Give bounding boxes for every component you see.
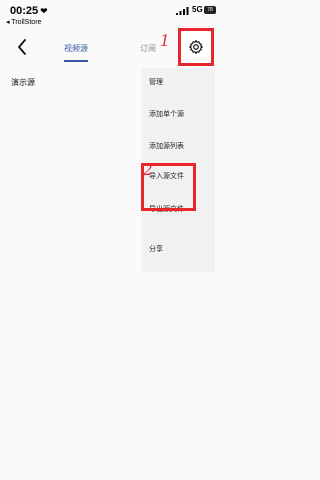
menu-item-add-source-list[interactable]: 添加源列表 [149, 141, 184, 151]
menu-item-manage[interactable]: 管理 [149, 77, 163, 87]
step-1-annotation: 1 [160, 30, 169, 50]
active-tab-indicator [64, 60, 88, 62]
network-type: 5G [192, 5, 203, 14]
tab-video-sources[interactable]: 视频源 [64, 43, 88, 54]
source-name[interactable]: 演示源 [11, 77, 35, 88]
clock-time: 00:25 [10, 5, 39, 17]
heart-icon: ❤ [40, 6, 48, 16]
chevron-left-icon [18, 39, 26, 55]
status-bar: 00:25 ❤ ◂ TrollStore 5G 78 [0, 0, 216, 28]
settings-button[interactable] [178, 28, 214, 66]
tab-subscriptions[interactable]: 订阅 [140, 43, 156, 54]
signal-icon [176, 7, 189, 15]
gear-icon [189, 40, 203, 54]
battery-icon: 78 [204, 6, 216, 14]
menu-item-export-source-file[interactable]: 导出源文件 [149, 204, 184, 214]
menu-item-import-source-file[interactable]: 导入源文件 [149, 171, 184, 181]
step-2-annotation: 2 [143, 159, 152, 179]
clock: 00:25 ❤ [10, 5, 48, 17]
back-button[interactable] [12, 34, 34, 60]
menu-item-add-single-source[interactable]: 添加单个源 [149, 109, 184, 119]
menu-item-share[interactable]: 分享 [149, 244, 163, 254]
back-to-app-link[interactable]: ◂ TrollStore [6, 18, 41, 26]
settings-menu: 管理 添加单个源 添加源列表 导入源文件 导出源文件 分享 [142, 68, 215, 272]
